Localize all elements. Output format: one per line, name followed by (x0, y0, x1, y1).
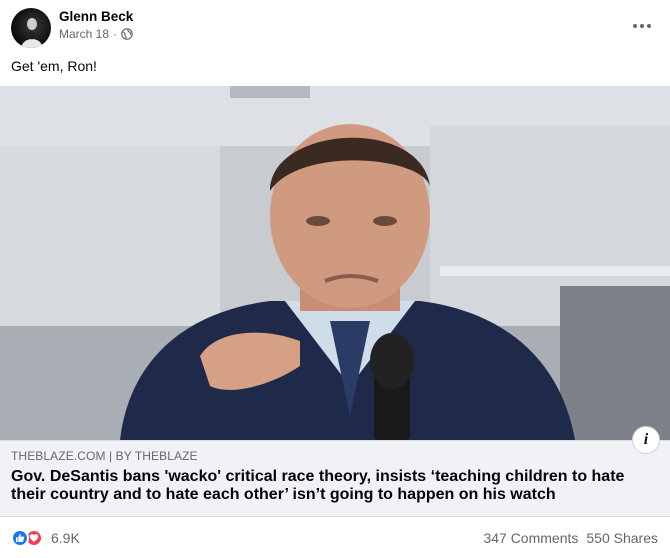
like-icon (11, 529, 29, 547)
post-date[interactable]: March 18 (59, 27, 109, 41)
post-footer: 6.9K 347 Comments 550 Shares (0, 516, 670, 558)
link-preview-image[interactable] (0, 86, 670, 440)
author-avatar[interactable] (11, 8, 51, 48)
more-options-icon[interactable] (630, 14, 654, 38)
meta-separator: · (113, 27, 118, 41)
reaction-count: 6.9K (51, 530, 80, 546)
globe-icon (121, 28, 133, 40)
link-domain: THEBLAZE.COM | BY THEBLAZE (11, 449, 198, 463)
engagement-counts: 347 Comments 550 Shares (483, 530, 658, 546)
comments-count[interactable]: 347 Comments (483, 530, 578, 546)
shares-count[interactable]: 550 Shares (586, 530, 658, 546)
link-preview-card[interactable]: THEBLAZE.COM | BY THEBLAZE Gov. DeSantis… (0, 440, 670, 516)
info-icon[interactable]: i (632, 426, 660, 454)
post-header: Glenn Beck March 18 · (0, 0, 670, 52)
post-text: Get 'em, Ron! (11, 58, 97, 74)
link-title[interactable]: Gov. DeSantis bans 'wacko' critical race… (11, 468, 631, 504)
author-name[interactable]: Glenn Beck (59, 9, 133, 24)
post-meta: March 18 · (59, 27, 133, 41)
reactions-summary[interactable]: 6.9K (11, 529, 80, 547)
